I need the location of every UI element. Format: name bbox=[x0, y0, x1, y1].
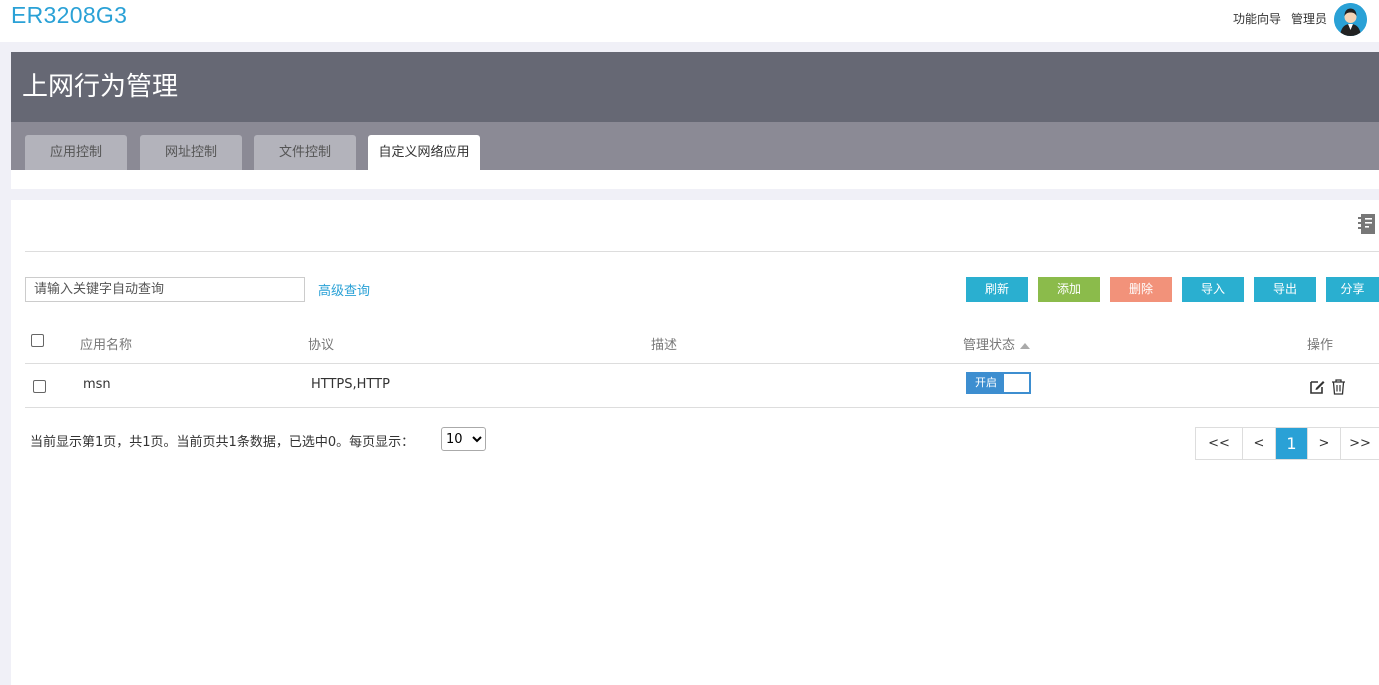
status-toggle-label: 开启 bbox=[968, 374, 1004, 392]
top-bar: ER3208G3 功能向导 管理员 bbox=[0, 0, 1379, 42]
page-header: 上网行为管理 bbox=[11, 52, 1379, 122]
prev-page-button[interactable]: < bbox=[1243, 428, 1276, 459]
column-header-actions: 操作 bbox=[1307, 338, 1334, 353]
column-header-description[interactable]: 描述 bbox=[651, 334, 677, 353]
avatar[interactable] bbox=[1334, 3, 1367, 36]
column-header-protocol[interactable]: 协议 bbox=[308, 334, 334, 353]
main-content: 高级查询 刷新 添加 删除 导入 导出 分享 应用名称 协议 描述 管理状态 操… bbox=[11, 200, 1379, 685]
brand-logo-text[interactable]: ER3208G3 bbox=[11, 2, 127, 29]
user-menu-label[interactable]: 管理员 bbox=[1291, 10, 1327, 27]
sort-ascending-icon bbox=[1020, 342, 1031, 349]
table-row-divider bbox=[25, 407, 1379, 408]
tab-bar: 应用控制 网址控制 文件控制 自定义网络应用 bbox=[11, 122, 1379, 170]
column-header-status[interactable]: 管理状态 bbox=[963, 334, 1031, 353]
edit-icon[interactable] bbox=[1309, 378, 1326, 395]
current-page-button[interactable]: 1 bbox=[1276, 428, 1308, 459]
page-info-text: 当前显示第1页，共1页。当前页共1条数据，已选中0。每页显示： bbox=[30, 435, 415, 450]
row-checkbox[interactable] bbox=[33, 380, 46, 393]
tab-url-control[interactable]: 网址控制 bbox=[140, 135, 242, 170]
last-page-button[interactable]: >> bbox=[1341, 428, 1379, 459]
help-notebook-icon[interactable] bbox=[1357, 212, 1377, 236]
delete-button[interactable]: 删除 bbox=[1110, 277, 1172, 302]
search-input[interactable] bbox=[25, 277, 305, 302]
user-avatar-icon bbox=[1334, 3, 1367, 36]
column-header-name[interactable]: 应用名称 bbox=[80, 334, 132, 353]
row-app-name: msn bbox=[83, 377, 111, 392]
table-header-divider bbox=[25, 363, 1379, 364]
next-page-button[interactable]: > bbox=[1308, 428, 1341, 459]
header-divider bbox=[25, 251, 1379, 252]
page-title: 上网行为管理 bbox=[22, 72, 179, 102]
column-header-status-label: 管理状态 bbox=[963, 338, 1016, 353]
advanced-search-link[interactable]: 高级查询 bbox=[318, 280, 370, 299]
tab-file-control[interactable]: 文件控制 bbox=[254, 135, 356, 170]
status-toggle[interactable]: 开启 bbox=[966, 372, 1031, 394]
top-links: 功能向导 管理员 bbox=[1233, 10, 1327, 27]
row-protocol: HTTPS,HTTP bbox=[311, 377, 390, 392]
select-all-checkbox[interactable] bbox=[31, 334, 44, 347]
pagination: << < 1 > >> bbox=[1195, 427, 1379, 460]
refresh-button[interactable]: 刷新 bbox=[966, 277, 1028, 302]
page-size-select[interactable]: 10 bbox=[441, 427, 486, 451]
first-page-button[interactable]: << bbox=[1196, 428, 1243, 459]
tab-app-control[interactable]: 应用控制 bbox=[25, 135, 127, 170]
tab-content-top bbox=[11, 170, 1379, 189]
wizard-link[interactable]: 功能向导 bbox=[1233, 10, 1281, 27]
add-button[interactable]: 添加 bbox=[1038, 277, 1100, 302]
trash-icon[interactable] bbox=[1330, 378, 1347, 395]
tab-custom-network-app[interactable]: 自定义网络应用 bbox=[368, 135, 480, 170]
import-button[interactable]: 导入 bbox=[1182, 277, 1244, 302]
share-button[interactable]: 分享 bbox=[1326, 277, 1379, 302]
export-button[interactable]: 导出 bbox=[1254, 277, 1316, 302]
